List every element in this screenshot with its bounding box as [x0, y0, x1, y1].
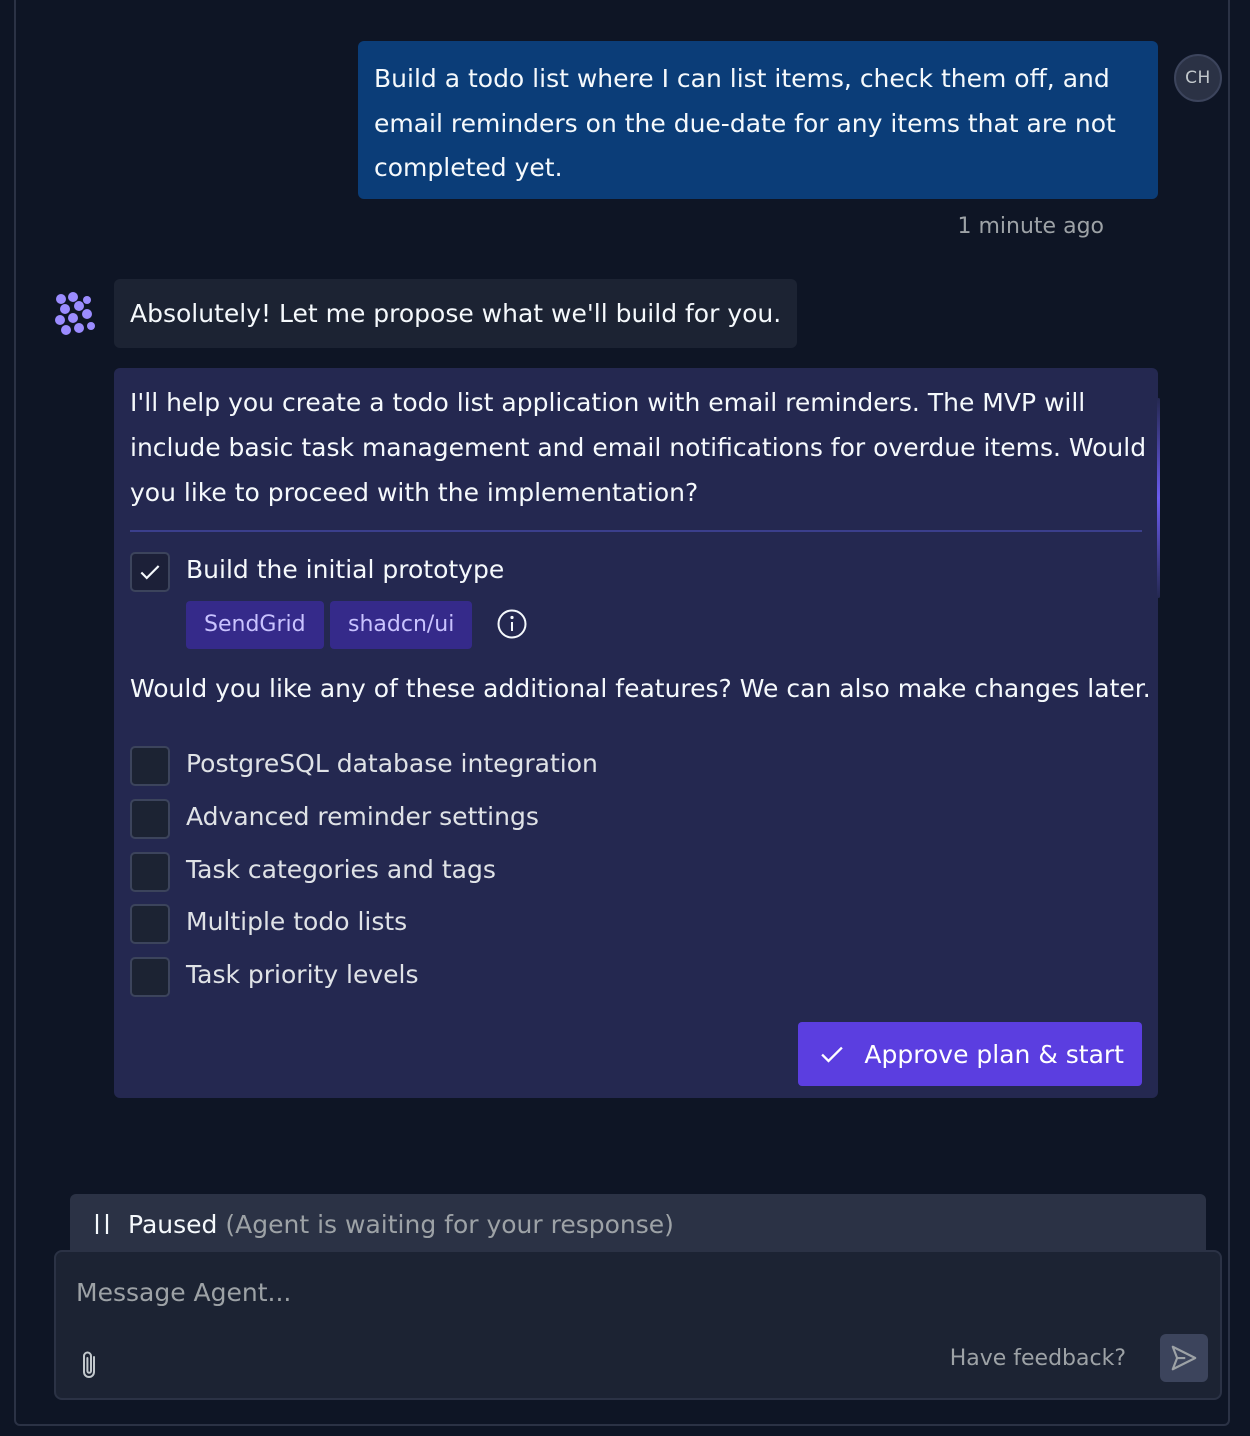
feature-label-reminder-settings: Advanced reminder settings	[186, 802, 539, 831]
prototype-label: Build the initial prototype	[186, 555, 505, 584]
agent-message: Absolutely! Let me propose what we'll bu…	[114, 279, 798, 348]
info-icon[interactable]	[496, 608, 528, 640]
plan-intro: I'll help you create a todo list applica…	[130, 388, 1147, 507]
paperclip-icon[interactable]	[76, 1348, 104, 1382]
status-label: Paused	[128, 1209, 218, 1239]
chat-panel: Build a todo list where I can list items…	[14, 0, 1230, 1426]
feature-label-postgresql: PostgreSQL database integration	[186, 749, 598, 778]
tag-shadcn-ui: shadcn/ui	[330, 601, 473, 649]
features-question: Would you like any of these additional f…	[130, 674, 1151, 703]
message-composer: Have feedback?	[54, 1250, 1222, 1400]
prototype-checkbox[interactable]	[130, 552, 170, 592]
status-bar: Paused (Agent is waiting for your respon…	[70, 1194, 1206, 1254]
user-message: Build a todo list where I can list items…	[358, 41, 1158, 199]
message-input[interactable]	[76, 1272, 1176, 1312]
send-icon	[1171, 1345, 1197, 1371]
feature-label-categories: Task categories and tags	[186, 855, 496, 884]
check-icon	[140, 565, 160, 580]
tag-sendgrid: SendGrid	[186, 601, 324, 649]
feature-checkbox-categories[interactable]	[130, 852, 170, 892]
agent-logo-icon	[55, 292, 95, 335]
feature-label-multiple-lists: Multiple todo lists	[186, 907, 408, 936]
feature-checkbox-priority[interactable]	[130, 957, 170, 997]
approve-plan-label: Approve plan & start	[864, 1039, 1124, 1069]
feature-checkbox-reminder-settings[interactable]	[130, 799, 170, 839]
feature-checkbox-postgresql[interactable]	[130, 746, 170, 786]
status-detail: (Agent is waiting for your response)	[225, 1209, 674, 1239]
feedback-link[interactable]: Have feedback?	[950, 1346, 1126, 1371]
plan-card: I'll help you create a todo list applica…	[114, 368, 1160, 1098]
approve-plan-button[interactable]: Approve plan & start	[798, 1022, 1142, 1086]
pause-icon	[95, 1214, 109, 1234]
message-timestamp: 1 minute ago	[957, 214, 1104, 239]
user-avatar[interactable]: CH	[1174, 54, 1222, 102]
send-button[interactable]	[1160, 1334, 1208, 1382]
feature-label-priority: Task priority levels	[186, 960, 419, 989]
feature-checkbox-multiple-lists[interactable]	[130, 904, 170, 944]
plan-divider	[130, 530, 1142, 532]
check-icon	[821, 1046, 844, 1063]
